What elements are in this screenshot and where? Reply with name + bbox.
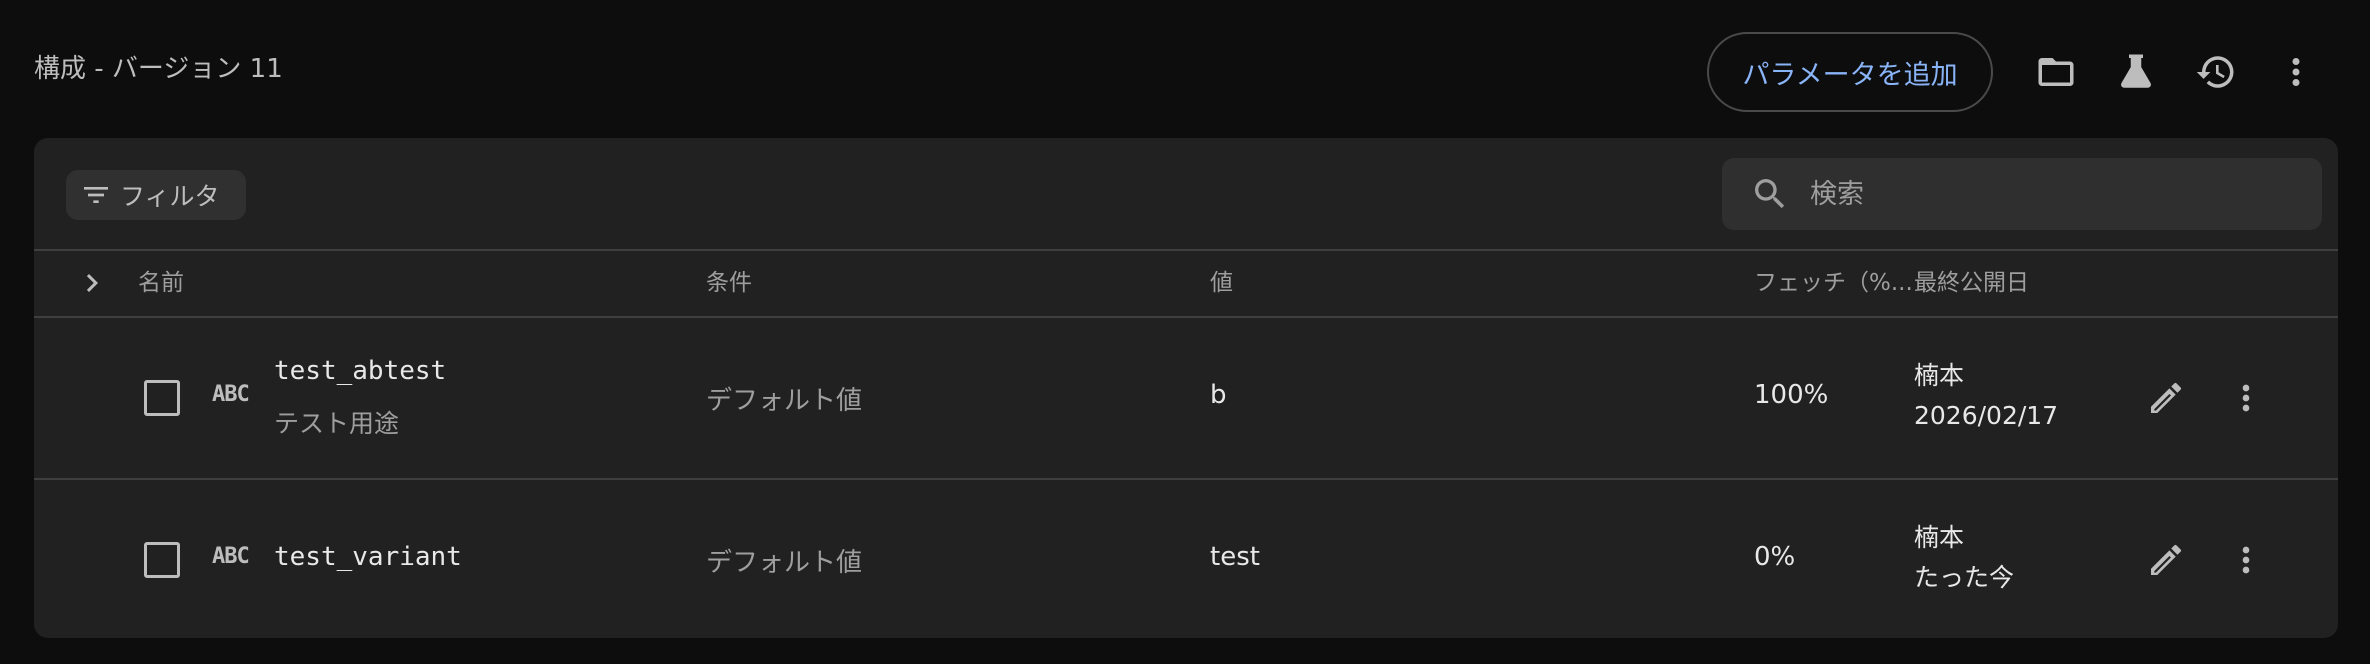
row-more-icon[interactable] [2222, 536, 2270, 584]
parameter-key: test_abtest [274, 356, 447, 386]
row-checkbox[interactable] [144, 380, 180, 416]
published-date: たった今 [1914, 563, 2015, 592]
column-header-fetch[interactable]: フェッチ（%... [1754, 250, 1914, 316]
edit-icon[interactable] [2142, 536, 2190, 584]
page-title: 構成 - バージョン 11 [34, 54, 283, 84]
string-type-icon: ABC [212, 544, 250, 569]
row-more-icon[interactable] [2222, 374, 2270, 422]
column-header-condition[interactable]: 条件 [706, 250, 752, 316]
published-cell: 楠本 たった今 [1914, 518, 2014, 598]
table-row[interactable]: ABC test_abtest テスト用途 デフォルト値 b 100% 楠本 2… [34, 318, 2338, 478]
filter-button[interactable]: フィルタ [66, 170, 246, 220]
row-checkbox[interactable] [144, 542, 180, 578]
parameters-card: フィルタ 名前 条件 値 フェッチ（%... 最終公開日 ABC test_ab… [34, 138, 2338, 638]
top-bar: 構成 - バージョン 11 パラメータを追加 [0, 0, 2370, 138]
filter-icon [84, 187, 108, 203]
flask-icon[interactable] [2110, 46, 2162, 98]
column-header-value[interactable]: 値 [1210, 250, 1233, 316]
parameter-description: テスト用途 [274, 409, 400, 438]
folder-icon[interactable] [2030, 46, 2082, 98]
fetch-cell: 0% [1754, 542, 1796, 572]
search-box[interactable] [1722, 158, 2322, 230]
publisher-name: 楠本 [1914, 523, 1965, 552]
expand-all-icon[interactable] [74, 265, 110, 301]
condition-cell: デフォルト値 [706, 386, 863, 416]
condition-cell: デフォルト値 [706, 548, 863, 578]
column-header-published[interactable]: 最終公開日 [1914, 250, 2029, 316]
publisher-name: 楠本 [1914, 361, 1965, 390]
edit-icon[interactable] [2142, 374, 2190, 422]
string-type-icon: ABC [212, 382, 250, 407]
search-icon [1755, 179, 1785, 209]
value-cell: test [1210, 542, 1260, 572]
filter-label: フィルタ [120, 182, 220, 211]
table-row[interactable]: ABC test_variant デフォルト値 test 0% 楠本 たった今 [34, 480, 2338, 640]
history-icon[interactable] [2190, 46, 2242, 98]
search-input[interactable] [1810, 178, 2290, 210]
parameter-key: test_variant [274, 542, 462, 572]
value-cell: b [1210, 380, 1227, 410]
more-vert-icon[interactable] [2270, 46, 2322, 98]
fetch-cell: 100% [1754, 380, 1829, 410]
table-header: 名前 条件 値 フェッチ（%... 最終公開日 [34, 250, 2338, 316]
published-cell: 楠本 2026/02/17 [1914, 356, 2058, 436]
column-header-name[interactable]: 名前 [138, 250, 184, 316]
add-parameter-button[interactable]: パラメータを追加 [1707, 32, 1993, 112]
published-date: 2026/02/17 [1914, 401, 2059, 430]
